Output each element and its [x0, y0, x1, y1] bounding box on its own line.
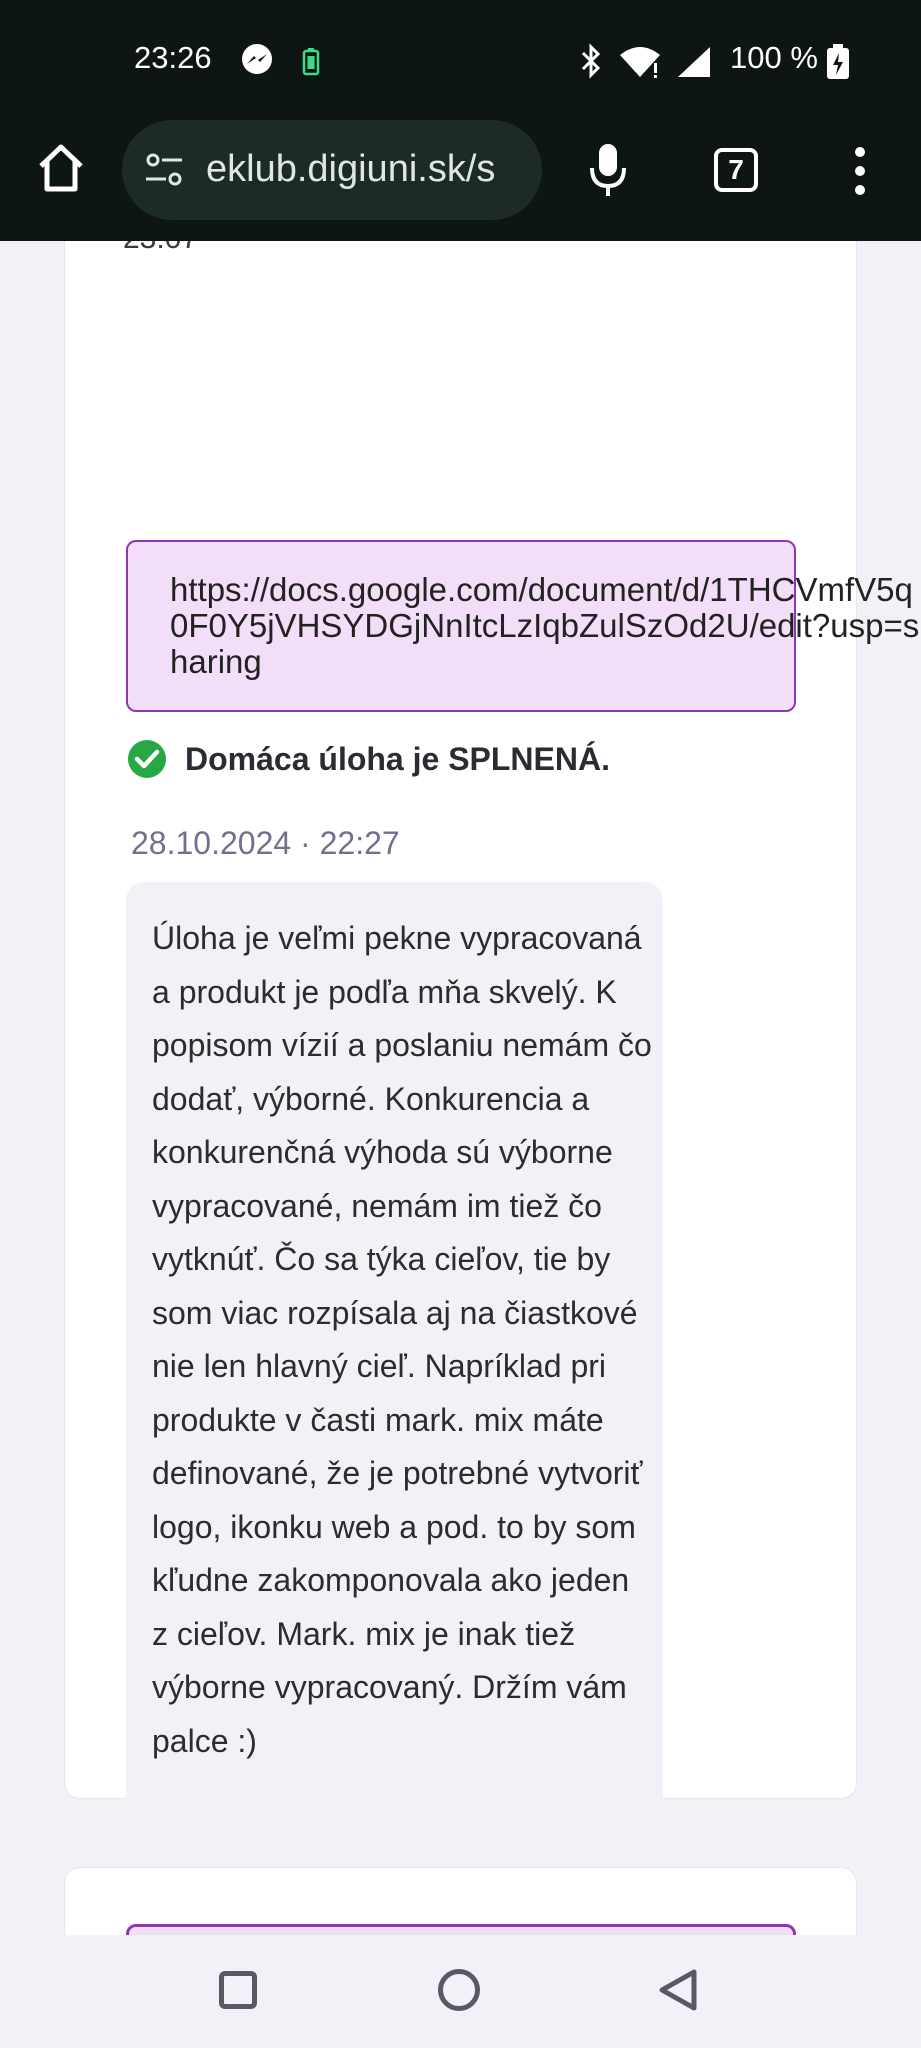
submission-link-box: https://docs.google.com/document/d/1THCV…	[126, 540, 919, 712]
submission-card: 23:07 https://docs.google.com/document/d…	[64, 241, 919, 1935]
signal-icon	[678, 47, 710, 77]
homework-status: Domáca úloha je SPLNENÁ.	[185, 740, 610, 777]
submission-time: 23:07	[123, 241, 198, 256]
url-text[interactable]: eklub.digiuni.sk/s	[206, 148, 526, 191]
top-bar: 23:26 100 % eklub.digiuni.sk/s 7	[0, 0, 921, 241]
bluetooth-icon	[581, 43, 601, 79]
home-button[interactable]	[438, 1969, 480, 2011]
back-icon[interactable]	[656, 1967, 700, 2013]
microphone-icon[interactable]	[588, 142, 628, 198]
check-circle-icon	[128, 740, 166, 778]
more-menu-icon[interactable]	[850, 144, 870, 198]
tab-switcher-button[interactable]: 7	[714, 148, 758, 192]
battery-percent: 100 %	[730, 40, 818, 75]
battery-icon	[827, 44, 849, 79]
browser-toolbar: eklub.digiuni.sk/s 7	[0, 120, 921, 241]
wifi-icon	[620, 47, 660, 78]
status-row: Domáca úloha je SPLNENÁ.	[127, 737, 610, 781]
next-submission-card	[64, 1867, 857, 1935]
status-time: 23:26	[134, 40, 212, 75]
battery-saver-icon	[302, 48, 320, 76]
feedback-timestamp: 28.10.2024 · 22:27	[131, 825, 400, 861]
home-icon[interactable]	[36, 142, 86, 194]
site-settings-icon[interactable]	[144, 152, 184, 188]
feedback-comment: Úloha je veľmi pekne vypracovaná a produ…	[126, 882, 663, 1935]
recents-button[interactable]	[219, 1971, 257, 2009]
messenger-icon	[242, 44, 272, 74]
submission-link[interactable]: https://docs.google.com/document/d/1THCV…	[170, 572, 921, 680]
next-link-box	[126, 1924, 796, 1935]
page-content: 23:07 https://docs.google.com/document/d…	[0, 241, 921, 1935]
system-navigation-bar	[0, 1935, 921, 2048]
feedback-text: Úloha je veľmi pekne vypracovaná a produ…	[152, 920, 652, 1759]
address-bar[interactable]: eklub.digiuni.sk/s	[122, 120, 542, 220]
status-bar: 23:26 100 %	[0, 0, 921, 120]
